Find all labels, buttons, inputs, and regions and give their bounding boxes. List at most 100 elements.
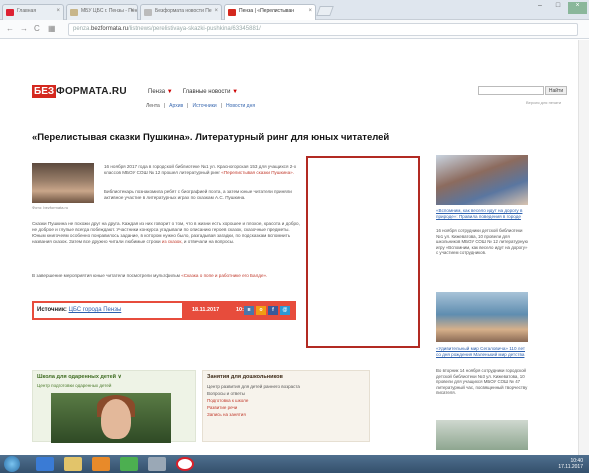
new-tab-button[interactable] <box>316 6 334 16</box>
paragraph-1: 16 ноября 2017 года в городской библиоте… <box>104 164 302 176</box>
caret-down-icon: ▼ <box>166 89 173 95</box>
gifted-school-widget[interactable]: Школа для одаренных детей ∨ Центр подгот… <box>32 370 196 443</box>
mail-share-icon[interactable]: @ <box>280 306 290 315</box>
forward-icon[interactable]: → <box>20 24 28 33</box>
print-version-link[interactable]: Версия для печати <box>526 100 561 105</box>
opera-icon <box>6 9 14 16</box>
article-title: «Перелистывая сказки Пушкина». Литератур… <box>32 132 390 143</box>
subnav-item[interactable]: Архив <box>169 103 183 109</box>
news-link-2[interactable]: «Удивительный мир Сегаловича» 110 лет со… <box>436 346 528 358</box>
maximize-icon[interactable]: □ <box>550 2 566 14</box>
p3-link[interactable]: из сказок, <box>162 239 183 244</box>
widget-photo <box>51 393 171 443</box>
close-icon[interactable]: × <box>130 8 134 14</box>
widget-row: Центр развития для детей раннего возраст… <box>207 384 300 389</box>
widget-subtitle: Центр подготовки одаренных детей <box>37 383 112 388</box>
photo-caption: Фото: bezformata.ru <box>32 205 69 210</box>
widget-link[interactable]: Запись на занятия <box>203 411 369 418</box>
tab-1[interactable]: Главная × <box>2 4 64 20</box>
search-button[interactable]: Найти <box>545 86 567 95</box>
tab-2[interactable]: МБУ ЦБС г. Пензы - Пен × <box>66 4 138 20</box>
news-link-1[interactable]: «Вспомним, как весело идут на дорогу в п… <box>436 208 528 220</box>
source-link[interactable]: ЦБС города Пензы <box>69 307 122 313</box>
news-text-1: 16 ноября сотрудники детской библиотеки … <box>436 228 528 256</box>
p3-end: и отвечали на вопросы. <box>183 239 235 244</box>
tab-4-active[interactable]: Пенза | «Перелистыван × <box>224 4 316 20</box>
tab-label: Безформата новости Пе <box>155 8 212 14</box>
site-logo[interactable]: БЕЗ ФОРМАТА.RU <box>32 84 127 98</box>
article-date: 18.11.2017 <box>192 307 220 313</box>
subnav-item[interactable]: Лента <box>146 103 160 109</box>
ie-icon[interactable] <box>36 457 54 471</box>
source-box: Источник: ЦБС города Пензы <box>34 303 182 318</box>
paragraph-4: В завершение мероприятия юные читатели п… <box>32 273 302 279</box>
p4-text: В завершение мероприятия юные читатели п… <box>32 273 180 278</box>
close-window-icon[interactable]: × <box>568 2 587 14</box>
p4-link[interactable]: «Сказка о попе и работнике его Балде». <box>181 273 267 278</box>
ad-banner-placeholder[interactable] <box>306 156 420 348</box>
scrollbar[interactable] <box>578 40 589 455</box>
subnav: Лента | Архив | Источники | Новости дня <box>146 103 255 109</box>
reload-icon[interactable]: C <box>34 24 40 33</box>
app-icon[interactable] <box>120 457 138 471</box>
widget-title: Школа для одаренных детей <box>37 374 117 380</box>
browser-window: Главная × МБУ ЦБС г. Пензы - Пен × Безфо… <box>0 0 589 473</box>
close-icon[interactable]: × <box>214 8 218 14</box>
favicon-icon <box>70 9 78 16</box>
minimize-icon[interactable]: – <box>532 2 548 14</box>
tab-3[interactable]: Безформата новости Пе × <box>140 4 222 20</box>
separator: | <box>187 103 189 109</box>
logo-suffix: ФОРМАТА.RU <box>56 85 127 97</box>
url-path: /listnews/perelistivaya-skazki-pushkina/… <box>128 26 261 32</box>
city-select[interactable]: Пенза ▼ <box>148 89 173 95</box>
main-news-menu[interactable]: Главные новости ▼ <box>183 89 238 95</box>
start-button[interactable] <box>4 456 20 472</box>
main-news-label: Главные новости <box>182 89 231 95</box>
close-icon[interactable]: × <box>308 8 312 14</box>
folder-icon[interactable] <box>64 457 82 471</box>
subnav-item[interactable]: Источники <box>192 103 216 109</box>
city-label: Пенза <box>148 89 166 95</box>
home-icon[interactable]: ▦ <box>48 24 56 33</box>
back-icon[interactable]: ← <box>6 24 14 33</box>
clock-date: 17.11.2017 <box>558 464 583 470</box>
url-domain: bezformata.ru <box>91 26 129 32</box>
widget-row: Вопросы и ответы <box>207 391 245 396</box>
separator: | <box>220 103 222 109</box>
tab-bar: Главная × МБУ ЦБС г. Пензы - Пен × Безфо… <box>0 0 589 20</box>
preschool-widget[interactable]: Занятия для дошкольников Центр развития … <box>202 370 370 442</box>
article-photo[interactable] <box>32 163 94 203</box>
news-photo-1[interactable] <box>436 155 528 205</box>
tab-label: МБУ ЦБС г. Пензы - Пен <box>81 8 138 14</box>
favicon-icon <box>228 9 236 16</box>
url-field[interactable]: penza.bezformata.ru/listnews/perelistiva… <box>68 23 578 36</box>
separator: | <box>163 103 166 109</box>
header-nav: Пенза ▼ Главные новости ▼ <box>148 89 238 95</box>
photo-face <box>101 399 131 439</box>
paragraph-3: Сказки Пушкина не похожи друг на друга. … <box>32 221 302 245</box>
search-input[interactable] <box>478 86 544 95</box>
news-photo-3[interactable] <box>436 420 528 450</box>
favicon-icon <box>144 9 152 16</box>
widget-link[interactable]: Развитие речи <box>203 404 369 411</box>
widget-title: Занятия для дошкольников <box>207 374 283 380</box>
app-icon[interactable] <box>148 457 166 471</box>
opera-icon[interactable] <box>176 457 194 471</box>
media-player-icon[interactable] <box>92 457 110 471</box>
vk-icon[interactable]: в <box>244 306 254 315</box>
url-prefix: penza. <box>73 26 92 32</box>
widget-link[interactable]: Подготовка к школе <box>203 397 369 404</box>
paragraph-2: Библиотекарь познакомила ребят с биограф… <box>104 189 292 200</box>
news-text-2: Во вторник 14 ноября сотрудники городско… <box>436 368 528 396</box>
taskbar: 10:40 17.11.2017 <box>0 455 589 473</box>
facebook-icon[interactable]: f <box>268 306 278 315</box>
share-buttons: в о f @ <box>244 306 290 315</box>
p1-link[interactable]: «Перелистывая сказки Пушкина». <box>221 170 294 175</box>
close-icon[interactable]: × <box>56 8 60 14</box>
news-photo-2[interactable] <box>436 292 528 342</box>
system-clock[interactable]: 10:40 17.11.2017 <box>558 458 583 470</box>
subnav-item[interactable]: Новости дня <box>226 103 255 109</box>
logo-prefix: БЕЗ <box>32 84 57 98</box>
ok-icon[interactable]: о <box>256 306 266 315</box>
address-bar: ← → C ▦ penza.bezformata.ru/listnews/per… <box>0 20 589 39</box>
